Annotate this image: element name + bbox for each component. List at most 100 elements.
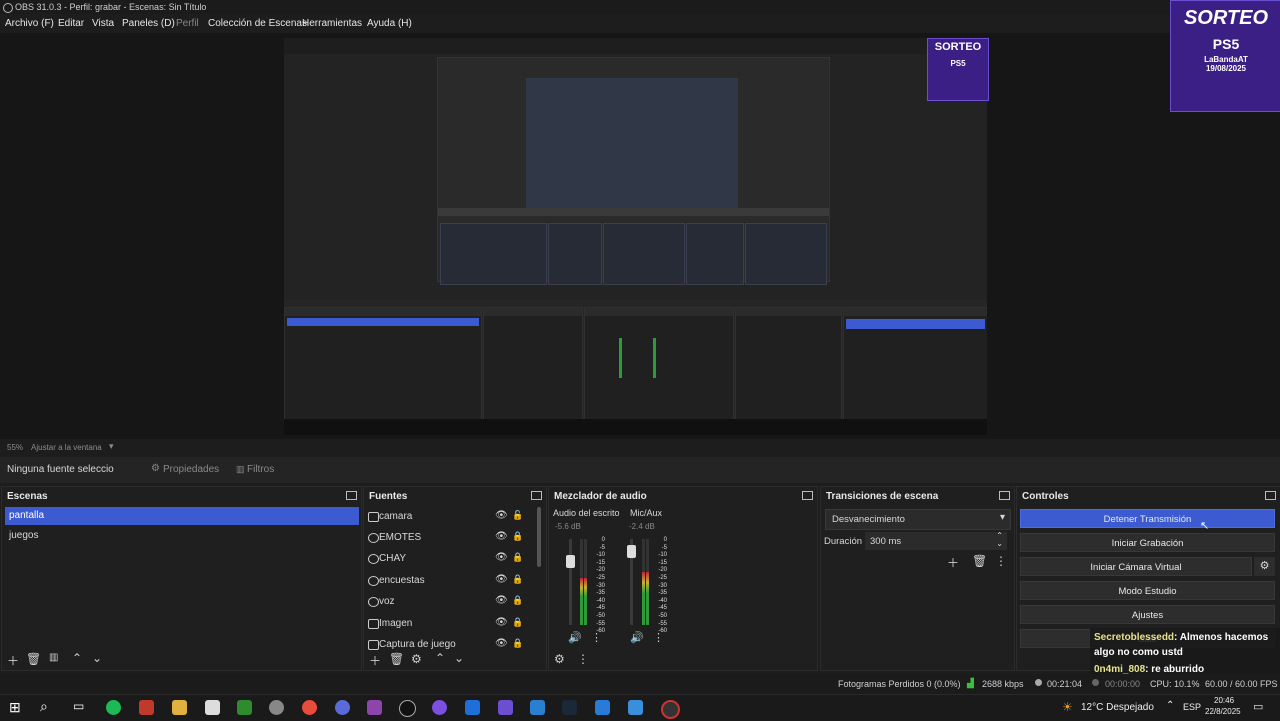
eye-icon[interactable]: 👁 — [495, 552, 508, 563]
lock-icon[interactable]: 🔒 — [512, 574, 523, 585]
eye-icon[interactable]: 👁 — [495, 638, 508, 649]
scrollbar[interactable] — [537, 507, 541, 567]
filters-button[interactable]: Filtros — [247, 464, 274, 475]
eye-icon[interactable]: 👁 — [495, 510, 508, 521]
volume-slider-track[interactable] — [569, 539, 572, 625]
eye-icon[interactable]: 👁 — [495, 595, 508, 606]
undock-icon[interactable] — [1265, 491, 1276, 500]
lock-icon[interactable]: 🔒 — [512, 617, 523, 628]
source-item[interactable]: Imagen 👁 🔒 — [364, 613, 530, 634]
weather-text[interactable]: 12°C Despejado — [1081, 702, 1154, 713]
source-item[interactable]: voz 👁 🔒 — [364, 591, 530, 612]
scene-item-pantalla[interactable]: pantalla — [5, 507, 359, 525]
source-item[interactable]: camara 👁 🔓 — [364, 506, 530, 527]
properties-button[interactable]: Propiedades — [163, 464, 219, 475]
fit-window-label[interactable]: Ajustar a la ventana — [31, 443, 102, 452]
source-item[interactable]: CHAY 👁 🔒 — [364, 548, 530, 569]
search-icon[interactable]: ⌕ — [40, 698, 48, 715]
spotify-icon[interactable] — [106, 700, 121, 715]
gear-icon[interactable]: ⚙ — [554, 652, 565, 666]
arrow-up-icon[interactable]: ⌃ — [72, 651, 82, 665]
minecraft-icon[interactable] — [237, 700, 252, 715]
volume-slider-handle[interactable] — [566, 555, 575, 568]
stop-streaming-button[interactable]: Detener Transmisión — [1020, 509, 1275, 528]
undock-icon[interactable] — [346, 491, 357, 500]
menu-dots-icon[interactable]: ⋮ — [591, 631, 602, 644]
app-icon[interactable] — [432, 700, 447, 715]
lock-icon[interactable]: 🔒 — [512, 595, 523, 606]
app-icon[interactable] — [269, 700, 284, 715]
trash-icon[interactable]: 🗑 — [972, 554, 987, 568]
windows-start-icon[interactable]: ⊞ — [9, 699, 21, 716]
lock-icon[interactable]: 🔒 — [512, 531, 523, 542]
menu-paneles[interactable]: Paneles (D) — [122, 18, 175, 29]
add-icon[interactable]: ＋ — [369, 652, 381, 669]
speaker-icon[interactable]: 🔊 — [568, 631, 582, 644]
arrow-down-icon[interactable]: ⌄ — [454, 651, 464, 665]
menu-dots-icon[interactable]: ⋮ — [577, 652, 589, 666]
menu-editar[interactable]: Editar — [58, 18, 84, 29]
chevron-down-icon[interactable]: ▾ — [109, 441, 114, 452]
menu-perfil[interactable]: Perfil — [176, 18, 199, 29]
source-item[interactable]: EMOTES 👁 🔒 — [364, 527, 530, 548]
app-icon[interactable] — [139, 700, 154, 715]
lock-icon[interactable]: 🔓 — [512, 510, 523, 521]
lock-icon[interactable]: 🔒 — [512, 638, 523, 649]
studio-mode-button[interactable]: Modo Estudio — [1020, 581, 1275, 600]
add-icon[interactable]: ＋ — [947, 554, 959, 571]
app-icon[interactable] — [465, 700, 480, 715]
app-icon[interactable] — [498, 700, 513, 715]
menu-vista[interactable]: Vista — [92, 18, 114, 29]
clock-date[interactable]: 22/8/2025 — [1205, 707, 1241, 716]
duration-input[interactable]: 300 ms ⌃ ⌄ — [865, 532, 1007, 550]
settings-button[interactable]: Ajustes — [1020, 605, 1275, 624]
task-view-icon[interactable]: ▭ — [73, 699, 84, 713]
chevron-up-icon[interactable]: ⌃ — [1166, 700, 1174, 711]
obs-icon[interactable] — [661, 700, 680, 719]
lock-icon[interactable]: 🔒 — [512, 552, 523, 563]
volume-slider-handle[interactable] — [627, 545, 636, 558]
menu-dots-icon[interactable]: ⋮ — [653, 631, 664, 644]
discord-icon[interactable] — [335, 700, 350, 715]
filters-icon[interactable]: ▥ — [49, 652, 58, 663]
trash-icon[interactable]: 🗑 — [389, 652, 404, 666]
menu-archivo[interactable]: Archivo (F) — [5, 18, 54, 29]
clock-time[interactable]: 20:46 — [1214, 696, 1234, 705]
spin-arrows-icon[interactable]: ⌃ ⌄ — [996, 532, 1003, 548]
source-item[interactable]: encuestas 👁 🔒 — [364, 570, 530, 591]
trash-icon[interactable]: 🗑 — [26, 652, 41, 666]
start-recording-button[interactable]: Iniciar Grabación — [1020, 533, 1275, 552]
app-icon[interactable] — [205, 700, 220, 715]
chrome-icon[interactable] — [302, 700, 317, 715]
meter-tick: 0 — [601, 537, 605, 543]
eye-icon[interactable]: 👁 — [495, 574, 508, 585]
menu-herramientas[interactable]: Herramientas — [302, 18, 362, 29]
menu-coleccion-escenas[interactable]: Colección de Escenas — [208, 18, 307, 29]
undock-icon[interactable] — [531, 491, 542, 500]
zoom-level[interactable]: 55% — [7, 443, 23, 452]
gear-icon[interactable]: ⚙ — [411, 652, 422, 666]
undock-icon[interactable] — [999, 491, 1010, 500]
eye-icon[interactable]: 👁 — [495, 531, 508, 542]
app-icon[interactable] — [530, 700, 545, 715]
app-icon[interactable] — [367, 700, 382, 715]
menu-dots-icon[interactable]: ⋮ — [995, 554, 1007, 568]
vscode-icon[interactable] — [595, 700, 610, 715]
menu-ayuda[interactable]: Ayuda (H) — [367, 18, 412, 29]
notification-icon[interactable]: ▭ — [1253, 700, 1263, 713]
steam-icon[interactable] — [562, 700, 577, 715]
scene-item-juegos[interactable]: juegos — [5, 527, 359, 545]
start-virtual-camera-button[interactable]: Iniciar Cámara Virtual — [1020, 557, 1252, 576]
eye-icon[interactable]: 👁 — [495, 617, 508, 628]
app-icon[interactable] — [399, 700, 416, 717]
virtual-camera-settings-icon[interactable]: ⚙ — [1254, 557, 1275, 576]
speaker-icon[interactable]: 🔊 — [630, 631, 644, 644]
app-icon[interactable] — [628, 700, 643, 715]
arrow-down-icon[interactable]: ⌄ — [92, 651, 102, 665]
transition-select[interactable]: Desvanecimiento ▾ — [825, 509, 1011, 530]
language-indicator[interactable]: ESP — [1183, 702, 1201, 712]
folder-icon[interactable] — [172, 700, 187, 715]
add-icon[interactable]: ＋ — [7, 652, 19, 669]
arrow-up-icon[interactable]: ⌃ — [435, 651, 445, 665]
undock-icon[interactable] — [802, 491, 813, 500]
